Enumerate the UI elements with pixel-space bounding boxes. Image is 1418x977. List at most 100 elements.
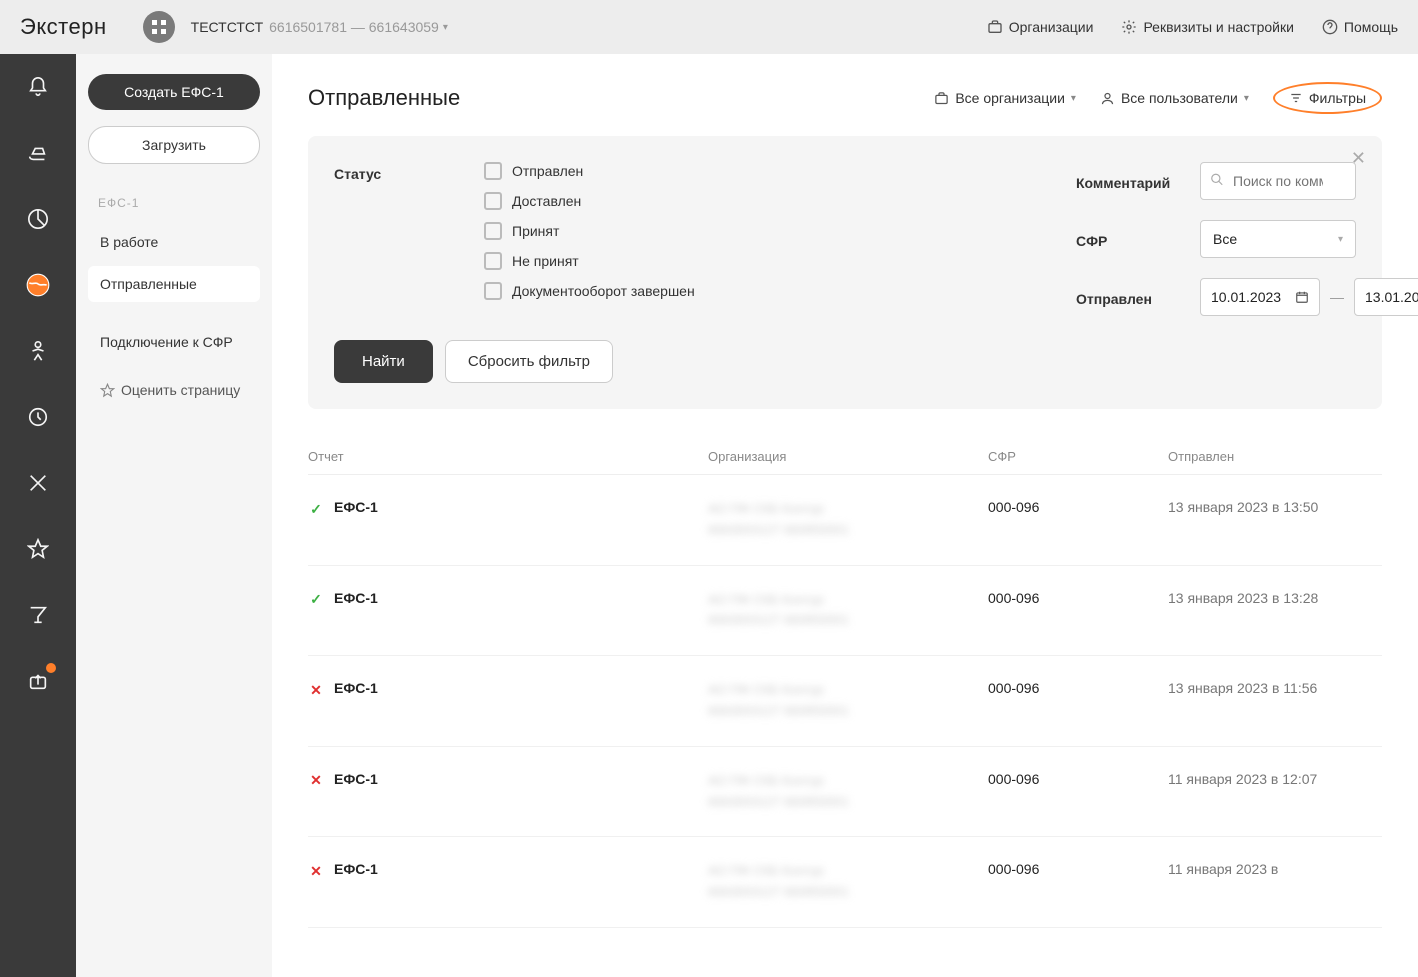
th-sfr: СФР xyxy=(988,449,1168,464)
notification-dot xyxy=(46,663,56,673)
user-icon xyxy=(1100,91,1115,106)
report-name: ЕФС-1 xyxy=(334,590,378,606)
rate-page-link[interactable]: Оценить страницу xyxy=(100,382,248,398)
settings-link[interactable]: Реквизиты и настройки xyxy=(1121,19,1293,35)
status-checklist: Отправлен Доставлен Принят Не принят Док… xyxy=(484,162,744,300)
pie-icon xyxy=(27,208,49,230)
comment-label: Комментарий xyxy=(1076,171,1186,191)
th-sent: Отправлен xyxy=(1168,449,1382,464)
status-check-accepted[interactable]: Принят xyxy=(484,222,744,240)
page-title: Отправленные xyxy=(308,85,910,111)
status-check-delivered[interactable]: Доставлен xyxy=(484,192,744,210)
checkbox-icon xyxy=(484,252,502,270)
org-cell: АО ПФ СКБ Контур6663003127 660850001 xyxy=(708,680,988,722)
star-outline-icon xyxy=(100,383,115,398)
sent-date-cell: 13 января 2023 в 11:56 xyxy=(1168,680,1382,722)
rail-gingerbread[interactable] xyxy=(23,336,53,366)
filter-icon xyxy=(1289,91,1303,105)
cross-icon: ✕ xyxy=(308,863,324,879)
orgs-link[interactable]: Организации xyxy=(987,19,1094,35)
chevron-down-icon[interactable]: ▾ xyxy=(443,22,448,33)
section-label: ЕФС-1 xyxy=(98,196,250,210)
org-name[interactable]: ТЕСТСТСТ xyxy=(191,19,263,35)
filters-label: Фильтры xyxy=(1309,90,1366,106)
sfr-select[interactable]: Все ▾ xyxy=(1200,220,1356,258)
upload-box-icon xyxy=(27,670,49,692)
table-row[interactable]: ✕ЕФС-1АО ПФ СКБ Контур6663003127 6608500… xyxy=(308,837,1382,928)
date-from-value: 10.01.2023 xyxy=(1211,289,1281,305)
rail-cross[interactable] xyxy=(23,468,53,498)
table-body: ✓ ЕФС-1 АО ПФ СКБ Контур6663003127 6608500… xyxy=(308,475,1382,928)
table-row[interactable]: ✕ ЕФС-1 АО ПФ СКБ Контур6663003127 6608500… xyxy=(308,656,1382,747)
rail-bell[interactable] xyxy=(23,72,53,102)
help-icon xyxy=(1322,19,1338,35)
report-name: ЕФС-1 xyxy=(334,680,378,696)
upload-button[interactable]: Загрузить xyxy=(88,126,260,164)
sfr-label: СФР xyxy=(1076,229,1186,249)
settings-link-label: Реквизиты и настройки xyxy=(1143,19,1293,35)
table-row[interactable]: ✓ ЕФС-1 АО ПФ СКБ Контур6663003127 6608500… xyxy=(308,475,1382,566)
date-to-value: 13.01.2023 xyxy=(1365,289,1418,305)
star-icon xyxy=(27,538,49,560)
date-to-input[interactable]: 13.01.2023 xyxy=(1354,278,1418,316)
status-label: Статус xyxy=(334,162,454,182)
nav-sent[interactable]: Отправленные xyxy=(88,266,260,302)
icon-rail xyxy=(0,54,76,977)
checkbox-icon xyxy=(484,282,502,300)
checkbox-icon xyxy=(484,222,502,240)
sidebar: Создать ЕФС-1 Загрузить ЕФС-1 В работе О… xyxy=(76,54,272,977)
rail-globe[interactable] xyxy=(23,270,53,300)
check-icon: ✓ xyxy=(308,501,324,517)
org-cell: АО ПФ СКБ Контур6663003127 660850001 xyxy=(708,861,988,903)
globe-icon xyxy=(25,272,51,298)
connect-sfr-link[interactable]: Подключение к СФР xyxy=(100,334,248,350)
briefcase-icon xyxy=(987,19,1003,35)
checkbox-icon xyxy=(484,192,502,210)
filter-panel: ✕ Статус Отправлен Доставлен Принят Не п… xyxy=(308,136,1382,409)
status-check-completed[interactable]: Документооборот завершен xyxy=(484,282,744,300)
table-row[interactable]: ✓ЕФС-1АО ПФ СКБ Контур6663003127 6608500… xyxy=(308,566,1382,657)
sled-icon xyxy=(27,142,49,164)
org-cell: АО ПФ СКБ Контур6663003127 660850001 xyxy=(708,590,988,632)
status-check-sent[interactable]: Отправлен xyxy=(484,162,744,180)
rail-star[interactable] xyxy=(23,534,53,564)
rail-clock[interactable] xyxy=(23,402,53,432)
org-cell: АО ПФ СКБ Контур6663003127 660850001 xyxy=(708,499,988,541)
briefcase-icon xyxy=(934,91,949,106)
nav-in-work[interactable]: В работе xyxy=(88,224,260,260)
page-head: Отправленные Все организации ▾ Все польз… xyxy=(308,82,1382,114)
search-icon xyxy=(1210,173,1224,190)
sfr-cell: 000-096 xyxy=(988,590,1168,632)
sent-date-cell: 13 января 2023 в 13:28 xyxy=(1168,590,1382,632)
main-content: Отправленные Все организации ▾ Все польз… xyxy=(272,54,1418,977)
help-link-label: Помощь xyxy=(1344,19,1398,35)
status-check-rejected[interactable]: Не принят xyxy=(484,252,744,270)
checkbox-icon xyxy=(484,162,502,180)
org-code: 6616501781 — 661643059 xyxy=(269,19,439,35)
rail-sled[interactable] xyxy=(23,138,53,168)
th-report: Отчет xyxy=(308,449,708,464)
sfr-cell: 000-096 xyxy=(988,680,1168,722)
report-name: ЕФС-1 xyxy=(334,499,378,515)
cross-icon: ✕ xyxy=(308,682,324,698)
grid-icon xyxy=(151,19,167,35)
table-row[interactable]: ✕ЕФС-1АО ПФ СКБ Контур6663003127 6608500… xyxy=(308,747,1382,838)
find-button[interactable]: Найти xyxy=(334,340,433,383)
filters-toggle[interactable]: Фильтры xyxy=(1273,82,1382,114)
apps-grid-button[interactable] xyxy=(143,11,175,43)
create-efs-button[interactable]: Создать ЕФС-1 xyxy=(88,74,260,110)
all-orgs-dropdown[interactable]: Все организации ▾ xyxy=(934,90,1076,106)
chevron-down-icon: ▾ xyxy=(1071,93,1076,104)
reset-filter-button[interactable]: Сбросить фильтр xyxy=(445,340,613,383)
rail-glass[interactable] xyxy=(23,600,53,630)
help-link[interactable]: Помощь xyxy=(1322,19,1398,35)
rail-upload[interactable] xyxy=(23,666,53,696)
rail-pie[interactable] xyxy=(23,204,53,234)
date-range-dash: — xyxy=(1330,289,1344,305)
gear-icon xyxy=(1121,19,1137,35)
all-users-dropdown[interactable]: Все пользователи ▾ xyxy=(1100,90,1249,106)
top-header: Экстерн ТЕСТСТСТ 6616501781 — 661643059 … xyxy=(0,0,1418,54)
sent-date-cell: 11 января 2023 в 12:07 xyxy=(1168,771,1382,813)
chevron-down-icon: ▾ xyxy=(1244,93,1249,104)
date-from-input[interactable]: 10.01.2023 xyxy=(1200,278,1320,316)
